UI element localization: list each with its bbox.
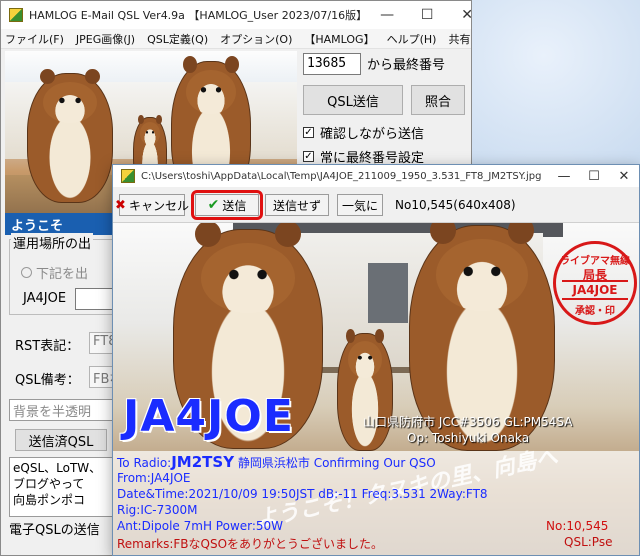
last-number-input[interactable]: 13685 — [303, 53, 361, 75]
remarks-line: Remarks:FBなQSOをありがとうございました。 — [117, 537, 384, 551]
main-window-title: HAMLOG E-Mail QSL Ver4.9a 【HAMLOG_User 2… — [29, 9, 368, 22]
card-house-window — [368, 263, 408, 323]
minimize-button[interactable]: — — [549, 165, 579, 187]
cancel-button-label: キャンセル — [128, 198, 189, 213]
card-callsign: JA4JOE — [123, 391, 294, 442]
station-seal-stamp: ライブアマ無線 局長 JA4JOE 承認・印 — [553, 241, 637, 325]
close-button[interactable]: ✕ — [609, 165, 639, 187]
qsl-card-image: ライブアマ無線 局長 JA4JOE 承認・印 ようこそ！タヌキの里、向島へ JA… — [113, 223, 639, 555]
verify-button[interactable]: 照合 — [411, 85, 465, 115]
send-all-button[interactable]: 一気に — [337, 194, 383, 216]
maximize-button[interactable]: ☐ — [407, 1, 447, 29]
antenna-line: Ant:Dipole 7mH Power:50W — [117, 519, 284, 533]
status-text: 電子QSLの送信 — [9, 523, 100, 538]
confirm-send-checkbox-row[interactable]: ✓ 確認しながら送信 — [303, 123, 424, 142]
qsl-note-label: QSL備考： — [15, 373, 80, 388]
menu-jpeg[interactable]: JPEG画像(J) — [76, 31, 135, 47]
from-line: From:JA4JOE — [117, 471, 191, 485]
menu-file[interactable]: ファイル(F) — [5, 31, 64, 47]
main-window-caption-buttons: — ☐ ✕ — [367, 1, 471, 29]
close-button[interactable]: ✕ — [447, 1, 471, 29]
sent-qsl-button[interactable]: 送信済QSL — [15, 429, 107, 451]
card-location: 山口県防府市 JCC#3506 GL:PM54SA — [363, 415, 573, 429]
memo-textarea[interactable]: eQSL、LoTW、 ブログやって 向島ポンポコ — [9, 457, 119, 517]
card-operator: Op: Toshiyuki Onaka — [407, 431, 530, 445]
stamp-line-4: 承認・印 — [575, 306, 615, 317]
background-transparency-field[interactable]: 背景を半透明 — [9, 399, 119, 421]
last-number-label: から最終番号 — [367, 58, 446, 73]
to-radio-line: To Radio:JM2TSY 静岡県浜松市 Confirming Our QS… — [117, 453, 436, 471]
callsign-field[interactable] — [75, 288, 115, 310]
cancel-button[interactable]: ✖ キャンセル — [115, 194, 189, 216]
rig-line: Rig:IC-7300M — [117, 503, 198, 517]
send-button-highlight — [191, 190, 263, 220]
confirm-window-caption-buttons: — ☐ ✕ — [549, 165, 639, 187]
menu-help[interactable]: ヘルプ(H) — [387, 31, 437, 47]
rst-label: RST表記： — [15, 339, 80, 354]
menu-qsl-definition[interactable]: QSL定義(Q) — [147, 31, 208, 47]
cancel-x-icon: ✖ — [115, 197, 126, 213]
stamp-line-1: ライブアマ無線 — [560, 256, 630, 267]
datetime-line: Date&Time:2021/10/09 19:50JST dB:-11 Fre… — [117, 487, 488, 501]
confirm-window-title: C:\Users\toshi\AppData\Local\Temp\JA4JOE… — [141, 170, 542, 182]
confirm-window-titlebar[interactable]: C:\Users\toshi\AppData\Local\Temp\JA4JOE… — [113, 165, 639, 187]
qsl-request: QSL:Pse — [564, 535, 613, 549]
menu-bar: ファイル(F) JPEG画像(J) QSL定義(Q) オプション(O) 【HAM… — [1, 29, 471, 49]
qso-number: No:10,545 — [546, 519, 609, 533]
to-radio-rest: 静岡県浜松市 Confirming Our QSO — [234, 456, 436, 470]
main-window-titlebar[interactable]: HAMLOG E-Mail QSL Ver4.9a 【HAMLOG_User 2… — [1, 1, 471, 29]
operating-place-title: 運用場所の出 — [11, 233, 94, 252]
output-option-radio-row[interactable]: 下記を出 — [21, 263, 88, 282]
to-radio-label: To Radio: — [117, 456, 172, 470]
hamlog-app-icon — [9, 8, 23, 22]
output-option-label: 下記を出 — [36, 267, 89, 282]
dont-send-button[interactable]: 送信せず — [265, 194, 329, 216]
tanuki-statue-small — [337, 329, 393, 451]
photo-welcome-sign: ようこそ — [5, 213, 117, 235]
hamlog-app-icon — [121, 169, 135, 183]
stamp-line-3: JA4JOE — [562, 280, 628, 300]
tanuki-statue-left — [27, 68, 113, 203]
always-last-checkbox[interactable]: ✓ — [303, 151, 314, 162]
maximize-button[interactable]: ☐ — [579, 165, 609, 187]
menu-share[interactable]: 共有 — [448, 31, 470, 47]
minimize-button[interactable]: — — [367, 1, 407, 29]
image-info: No10,545(640x408) — [395, 198, 516, 212]
menu-options[interactable]: オプション(O) — [220, 31, 292, 47]
qsl-image-confirm-window: C:\Users\toshi\AppData\Local\Temp\JA4JOE… — [112, 164, 640, 556]
menu-hamlog[interactable]: 【HAMLOG】 — [304, 31, 374, 47]
to-radio-call: JM2TSY — [171, 453, 235, 471]
output-option-radio[interactable] — [21, 267, 32, 278]
callsign-label: JA4JOE — [23, 291, 67, 306]
qsl-send-button[interactable]: QSL送信 — [303, 85, 403, 115]
confirm-send-checkbox[interactable]: ✓ — [303, 127, 314, 138]
confirm-toolbar: ✖ キャンセル ✔ 送信 送信せず 一気に No10,545(640x408) — [113, 187, 639, 223]
confirm-send-label: 確認しながら送信 — [320, 127, 425, 142]
